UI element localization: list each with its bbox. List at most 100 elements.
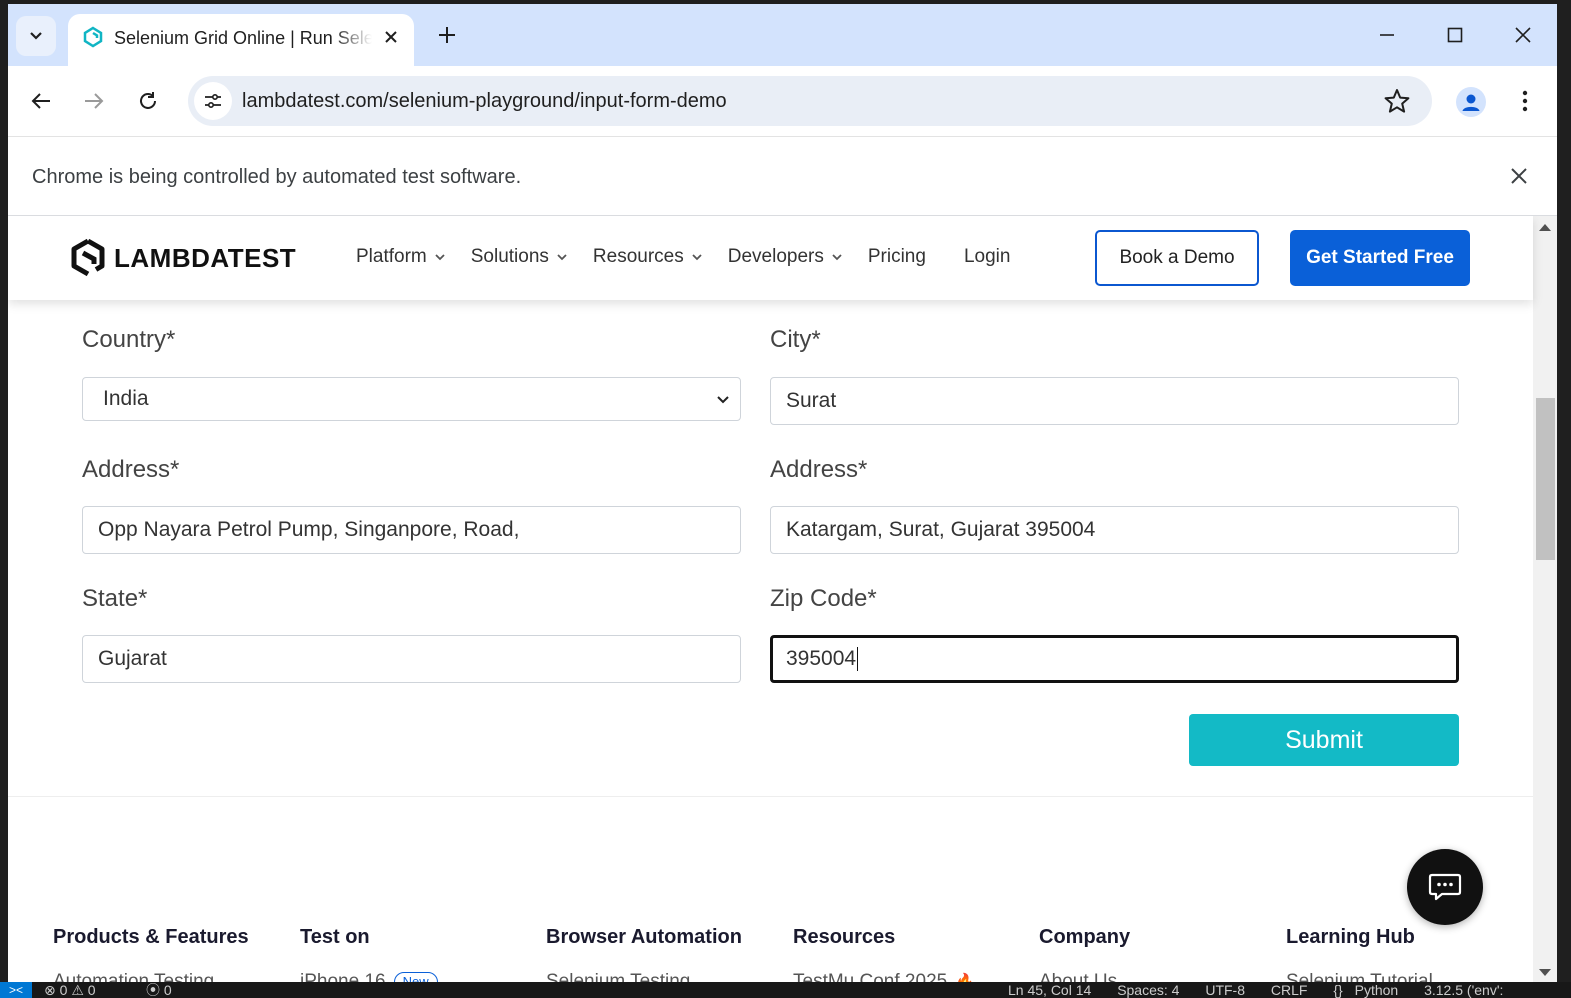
footer-col-browser-automation: Browser Automation Selenium Testing <box>546 926 742 982</box>
language-mode[interactable]: Python <box>1355 982 1399 998</box>
close-icon <box>1511 168 1527 184</box>
state-input[interactable]: Gujarat <box>82 635 741 683</box>
ports-icon: ⦿ <box>146 982 160 998</box>
country-select[interactable]: India <box>82 377 741 421</box>
zip-input[interactable]: 395004 <box>770 635 1459 683</box>
chat-widget-button[interactable] <box>1407 849 1483 925</box>
infobar-message: Chrome is being controlled by automated … <box>32 166 522 188</box>
indentation[interactable]: Spaces: 4 <box>1117 982 1179 998</box>
tab-close-button[interactable] <box>378 24 404 50</box>
address2-input[interactable]: Katargam, Surat, Gujarat 395004 <box>770 506 1459 554</box>
back-button[interactable] <box>26 86 56 116</box>
forward-arrow-icon <box>85 93 104 109</box>
get-started-button[interactable]: Get Started Free <box>1290 230 1470 286</box>
book-demo-button[interactable]: Book a Demo <box>1095 230 1259 286</box>
forward-button[interactable] <box>79 86 109 116</box>
scroll-up-arrow[interactable] <box>1539 224 1551 231</box>
footer-link[interactable]: Selenium Tutorial <box>1286 971 1433 982</box>
section-divider <box>8 796 1533 797</box>
nav-pricing[interactable]: Pricing <box>868 246 926 268</box>
minimize-icon <box>1380 34 1394 36</box>
encoding[interactable]: UTF-8 <box>1205 982 1245 998</box>
problems-indicator[interactable]: ⊗ 0 ⚠ 0 <box>44 982 96 998</box>
text-cursor <box>857 647 859 672</box>
scroll-down-arrow[interactable] <box>1539 969 1551 976</box>
footer-link[interactable]: About Us <box>1039 971 1130 982</box>
close-icon <box>1515 27 1531 43</box>
chevron-down-icon <box>557 254 567 261</box>
error-count: 0 <box>59 982 68 998</box>
back-arrow-icon <box>31 93 50 109</box>
lambdatest-favicon <box>83 26 103 48</box>
vscode-status-bar: >< ⊗ 0 ⚠ 0 ⦿ 0 Ln 45, Col 14 Spaces: 4 U… <box>0 982 1571 998</box>
nav-platform-label: Platform <box>356 246 427 267</box>
footer-link[interactable]: TestMu Conf 2025 🔥 <box>793 971 975 982</box>
infobar-close-button[interactable] <box>1504 161 1534 191</box>
python-interpreter[interactable]: 3.12.5 ('env': <box>1424 982 1503 998</box>
remote-indicator[interactable]: >< <box>0 982 32 998</box>
maximize-icon <box>1447 27 1463 43</box>
site-info-icon <box>205 93 221 109</box>
chevron-down-icon <box>435 254 445 261</box>
new-tab-button[interactable] <box>432 20 462 50</box>
tab-search-button[interactable] <box>16 16 56 56</box>
city-input[interactable]: Surat <box>770 377 1459 425</box>
maximize-button[interactable] <box>1440 20 1470 50</box>
lambdatest-logo-icon <box>71 238 105 277</box>
site-header: LAMBDATEST Platform Solutions Resources … <box>8 216 1533 300</box>
minimize-button[interactable] <box>1372 20 1402 50</box>
footer-heading: Resources <box>793 926 896 948</box>
scroll-thumb[interactable] <box>1536 398 1555 560</box>
window-close-button[interactable] <box>1508 20 1538 50</box>
reload-button[interactable] <box>133 86 163 116</box>
footer-col-company: Company About Us <box>1039 926 1130 982</box>
footer-link[interactable]: iPhone 16 New <box>300 971 438 982</box>
line-ending[interactable]: CRLF <box>1271 982 1308 998</box>
nav-platform[interactable]: Platform <box>356 246 445 268</box>
nav-developers-label: Developers <box>727 246 824 267</box>
address1-input[interactable]: Opp Nayara Petrol Pump, Singanpore, Road… <box>82 506 741 554</box>
input-form: Country* India City* Surat Address* Opp … <box>8 300 1533 800</box>
chevron-down-icon <box>30 32 42 40</box>
profile-icon <box>1462 94 1480 111</box>
footer-link-label: iPhone 16 <box>300 971 386 982</box>
page-scrollbar[interactable] <box>1533 216 1557 982</box>
plus-icon <box>439 27 455 43</box>
submit-button[interactable]: Submit <box>1189 714 1459 766</box>
nav-resources[interactable]: Resources <box>593 246 702 268</box>
status-right: Ln 45, Col 14 Spaces: 4 UTF-8 CRLF {} Py… <box>1008 982 1525 998</box>
error-icon: ⊗ <box>44 982 56 998</box>
footer-col-learning-hub: Learning Hub Selenium Tutorial <box>1286 926 1433 982</box>
tab-title: Selenium Grid Online | Run Selenium Test… <box>114 28 372 48</box>
address-bar[interactable]: lambdatest.com/selenium-playground/input… <box>188 76 1432 126</box>
footer-link-label: TestMu Conf 2025 <box>793 971 948 982</box>
nav-developers[interactable]: Developers <box>728 246 842 268</box>
lambdatest-logo[interactable]: LAMBDATEST <box>70 238 296 278</box>
footer-heading: Company <box>1039 926 1131 948</box>
footer-heading: Test on <box>300 926 370 948</box>
cursor-position[interactable]: Ln 45, Col 14 <box>1008 982 1091 998</box>
footer-link[interactable]: Automation Testing <box>53 971 249 982</box>
url-text: lambdatest.com/selenium-playground/input… <box>242 90 727 112</box>
nav-login[interactable]: Login <box>964 246 1011 268</box>
nav-solutions[interactable]: Solutions <box>471 246 567 268</box>
active-tab[interactable]: Selenium Grid Online | Run Selenium Test… <box>68 14 414 66</box>
chrome-menu-button[interactable] <box>1512 86 1538 116</box>
kebab-menu-icon <box>1522 90 1528 112</box>
browser-window: Selenium Grid Online | Run Selenium Test… <box>8 4 1557 982</box>
footer-link[interactable]: Selenium Testing <box>546 971 742 982</box>
address2-label: Address* <box>770 456 868 483</box>
site-info-button[interactable] <box>194 82 232 120</box>
tab-strip: Selenium Grid Online | Run Selenium Test… <box>8 4 1557 66</box>
profile-button[interactable] <box>1456 87 1486 117</box>
chevron-down-icon <box>692 254 702 261</box>
ports-indicator[interactable]: ⦿ 0 <box>146 982 172 998</box>
close-icon <box>385 31 397 43</box>
nav-resources-label: Resources <box>592 246 684 267</box>
city-label: City* <box>770 326 821 353</box>
page-viewport: LAMBDATEST Platform Solutions Resources … <box>8 216 1557 982</box>
footer-col-resources: Resources TestMu Conf 2025 🔥 <box>793 926 975 982</box>
star-icon[interactable] <box>1384 88 1410 114</box>
chevron-down-icon <box>717 396 729 404</box>
chevron-down-icon <box>832 254 842 261</box>
